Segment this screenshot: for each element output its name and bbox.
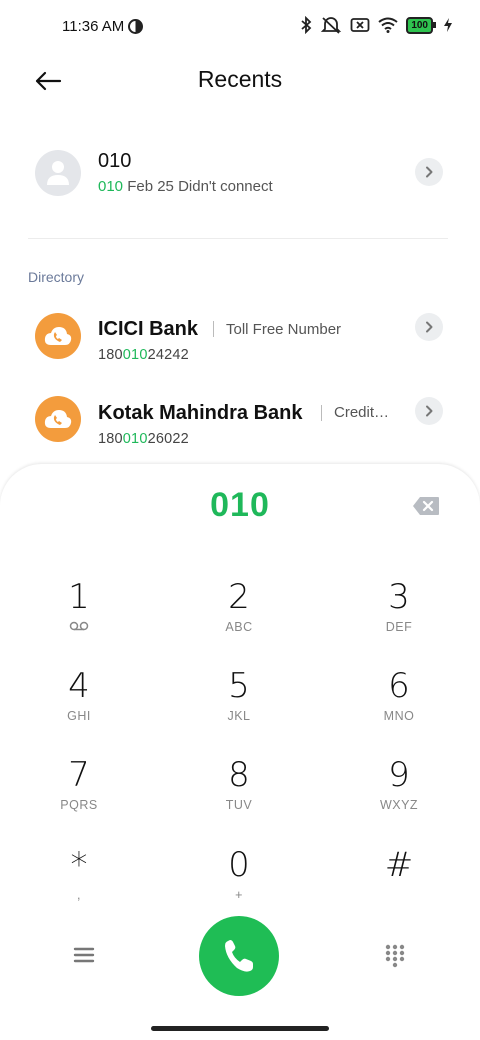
key-digit: 3 (388, 577, 410, 617)
number-part: 180 (98, 431, 123, 447)
number-match: 010 (122, 347, 148, 363)
key-digit: 8 (228, 755, 250, 795)
chevron-right-icon (426, 405, 433, 417)
directory-details-button[interactable] (415, 397, 443, 425)
key-5[interactable]: 5 JKL (184, 667, 294, 747)
home-indicator[interactable] (151, 1026, 329, 1031)
dialpad-toggle-button[interactable] (382, 942, 408, 968)
dialpad-icon (385, 944, 405, 968)
directory-details-button[interactable] (415, 313, 443, 341)
data-saver-icon (128, 19, 143, 39)
dialed-number[interactable]: 010 (0, 486, 480, 525)
phone-icon (225, 940, 253, 972)
recent-number-match: 010 (98, 178, 124, 195)
voicemail-icon (24, 620, 134, 634)
cloud-phone-icon (35, 396, 81, 442)
key-8[interactable]: 8 TUV (184, 756, 294, 836)
recent-name: 010 (98, 150, 132, 172)
key-hash[interactable]: # (344, 846, 454, 926)
key-star[interactable]: * , (24, 846, 134, 926)
key-1[interactable]: 1 (24, 578, 134, 658)
key-letters: , (77, 888, 81, 902)
recent-detail: Feb 25 Didn't connect (127, 178, 273, 195)
person-icon (47, 161, 69, 185)
directory-description: Credit… (334, 404, 390, 421)
status-bar: 11:36 AM 100 (0, 0, 480, 56)
bluetooth-icon (300, 16, 312, 34)
divider (28, 238, 448, 239)
number-part: 180 (98, 347, 123, 363)
key-9[interactable]: 9 WXYZ (344, 756, 454, 836)
directory-label: Directory (28, 269, 85, 285)
key-digit: 5 (228, 666, 250, 706)
number-match: 010 (122, 431, 148, 447)
key-digit: 6 (388, 666, 410, 706)
key-digit: 9 (388, 755, 410, 795)
separator (213, 321, 214, 337)
key-digit: # (384, 845, 414, 885)
key-0[interactable]: 0 + (184, 846, 294, 926)
key-letters: + (235, 888, 243, 902)
backspace-button[interactable] (412, 496, 440, 516)
chevron-right-icon (426, 321, 433, 333)
key-2[interactable]: 2 ABC (184, 578, 294, 658)
status-icons: 100 (300, 16, 452, 34)
key-4[interactable]: 4 GHI (24, 667, 134, 747)
wifi-icon (378, 17, 398, 33)
status-time: 11:36 AM (62, 18, 125, 35)
directory-number: 18001024242 (98, 347, 189, 363)
directory-name: ICICI Bank (98, 318, 199, 340)
key-3[interactable]: 3 DEF (344, 578, 454, 658)
key-letters: JKL (227, 709, 251, 723)
chevron-right-icon (426, 166, 433, 178)
battery-level: 100 (406, 16, 433, 34)
avatar (35, 150, 81, 196)
key-digit: 0 (228, 845, 250, 885)
key-7[interactable]: 7 PQRS (24, 756, 134, 836)
backspace-icon (413, 497, 439, 515)
charging-icon (444, 18, 452, 32)
directory-number: 18001026022 (98, 431, 189, 447)
key-digit: 1 (68, 577, 90, 617)
battery-icon: 100 (406, 16, 436, 34)
key-letters: ABC (225, 620, 253, 634)
key-letters: TUV (225, 798, 253, 812)
menu-button[interactable] (70, 944, 98, 968)
key-letters: GHI (67, 709, 91, 723)
key-digit: 2 (228, 577, 250, 617)
number-part: 24242 (147, 347, 189, 363)
mute-icon (320, 16, 342, 34)
key-letters: PQRS (60, 798, 98, 812)
key-letters: MNO (383, 709, 415, 723)
recent-details-button[interactable] (415, 158, 443, 186)
no-sim-icon (350, 17, 370, 33)
number-part: 26022 (147, 431, 189, 447)
key-digit: 4 (68, 666, 90, 706)
key-letters: WXYZ (379, 798, 419, 812)
key-letters: DEF (385, 620, 413, 634)
key-digit: * (70, 845, 88, 885)
call-button[interactable] (199, 916, 279, 996)
page-title: Recents (197, 66, 283, 92)
separator (321, 405, 322, 421)
menu-icon (73, 947, 95, 963)
key-digit: 7 (68, 755, 90, 795)
directory-name: Kotak Mahindra Bank (98, 402, 303, 424)
directory-description: Toll Free Number (226, 321, 342, 338)
cloud-phone-icon (35, 313, 81, 359)
key-6[interactable]: 6 MNO (344, 667, 454, 747)
recent-meta: 010 Feb 25 Didn't connect (98, 178, 273, 195)
